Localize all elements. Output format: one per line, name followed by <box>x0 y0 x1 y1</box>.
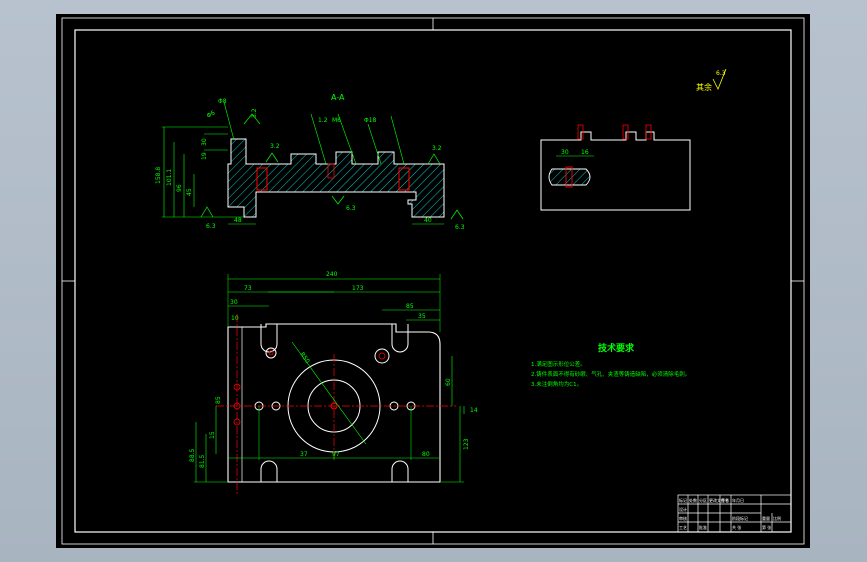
plan-dim-left-height-a: 85 <box>215 396 222 404</box>
dim-small-a: 30 <box>201 138 208 146</box>
title-cell-7: 设计 <box>679 506 687 512</box>
title-cell-5: 签名 <box>721 497 729 503</box>
side-dim-b: 16 <box>581 149 589 156</box>
plan-dim-right-height-a: 60 <box>445 378 452 386</box>
title-cell-15: 第 张 <box>762 524 771 530</box>
plan-dim-overall-width: 240 <box>326 271 338 278</box>
dim-bottom-right: 40 <box>424 217 432 224</box>
plan-dim-radius: R50 <box>298 351 311 365</box>
dim-height-b: 96 <box>176 184 183 192</box>
side-view: 30 16 <box>540 124 691 211</box>
section-view: 158.8 101.1 96 45 30 19 48 40 Φ8 Φ6 1.2 … <box>155 98 465 231</box>
section-label: A-A <box>331 93 345 102</box>
dim-top-phi-a: Φ8 <box>218 98 227 105</box>
dim-height-a: 101.1 <box>166 169 173 186</box>
roughness-other-label: 其余 <box>696 82 712 92</box>
plan-dim-bottom-c: 80 <box>422 451 430 458</box>
dim-height-c: 45 <box>186 188 193 196</box>
side-dim-a: 30 <box>561 149 569 156</box>
ra-f: 6.3 <box>346 205 356 212</box>
plan-dim-left-offset: 73 <box>244 285 252 292</box>
roughness-other-value: 6.3 <box>716 70 726 77</box>
plan-dim-left-height-c: 88.5 <box>189 448 196 462</box>
ra-b: 3.2 <box>270 143 280 150</box>
drawing-canvas: A-A 158.8 101.1 96 45 30 19 48 40 Φ8 Φ6 … <box>61 17 805 545</box>
dim-top-d: M6 <box>332 117 341 124</box>
tech-req-item-1: 1.满足图示形位公差。 <box>531 360 586 368</box>
title-cell-10: 批准 <box>699 524 707 530</box>
tech-req-title: 技术要求 <box>598 342 635 354</box>
tech-req-item-2: 2.铸件表面不得有砂眼、气孔、夹渣等铸造缺陷，必须清除毛刺。 <box>531 370 690 378</box>
dim-small-b: 19 <box>201 152 208 160</box>
title-cell-2: 处数 <box>689 497 697 503</box>
dim-top-e: Φ18 <box>364 117 377 124</box>
title-cell-14: 共 张 <box>732 524 741 530</box>
dim-height-total: 158.8 <box>155 167 162 184</box>
plan-dim-right-b: 35 <box>418 313 426 320</box>
ra-e: 6.3 <box>455 224 465 231</box>
ra-a: 3.2 <box>251 108 258 118</box>
title-cell-13: 比例 <box>773 515 781 521</box>
plan-dim-right-height-b: 14 <box>470 407 478 414</box>
ra-d: 3.2 <box>432 145 442 152</box>
title-cell-1: 标记 <box>679 497 687 503</box>
title-cell-6: 年月日 <box>732 497 744 503</box>
plan-dim-left-height-d: 81.5 <box>199 454 206 468</box>
title-cell-11: 阶段标记 <box>732 515 748 521</box>
plan-dim-bottom-a: 37 <box>300 451 308 458</box>
cad-viewport: A-A 158.8 101.1 96 45 30 19 48 40 Φ8 Φ6 … <box>0 0 867 562</box>
plan-dim-right-height-c: 123 <box>463 438 470 450</box>
title-cell-8: 审核 <box>679 515 687 521</box>
dim-top-phi-b: Φ6 <box>206 109 217 119</box>
plan-dim-right-a: 85 <box>406 303 414 310</box>
ra-c: 6.3 <box>206 223 216 230</box>
title-cell-12: 重量 <box>762 515 770 521</box>
plan-dim-bottom-b: 97 <box>332 451 340 458</box>
title-cell-9: 工艺 <box>679 525 687 530</box>
title-cell-3: 分区 <box>699 497 707 503</box>
drawing-sheet: A-A 158.8 101.1 96 45 30 19 48 40 Φ8 Φ6 … <box>56 14 810 548</box>
plan-dim-top-small: 30 <box>230 299 238 306</box>
dim-bottom-left: 48 <box>234 217 242 224</box>
tech-requirements: 技术要求 1.满足图示形位公差。 2.铸件表面不得有砂眼、气孔、夹渣等铸造缺陷，… <box>531 342 690 388</box>
plan-dim-right-offset: 173 <box>352 285 364 292</box>
outer-frame <box>61 17 805 545</box>
plan-dim-left-a: 10 <box>231 315 239 322</box>
plan-dim-left-height-b: 15 <box>209 431 216 439</box>
inner-frame <box>74 29 792 533</box>
dim-top-c: 1.2 <box>318 117 328 124</box>
plan-view: 240 73 173 30 85 35 10 R50 60 14 123 85 … <box>189 271 478 494</box>
tech-req-item-3: 3.未注倒角均为C1。 <box>531 380 582 388</box>
